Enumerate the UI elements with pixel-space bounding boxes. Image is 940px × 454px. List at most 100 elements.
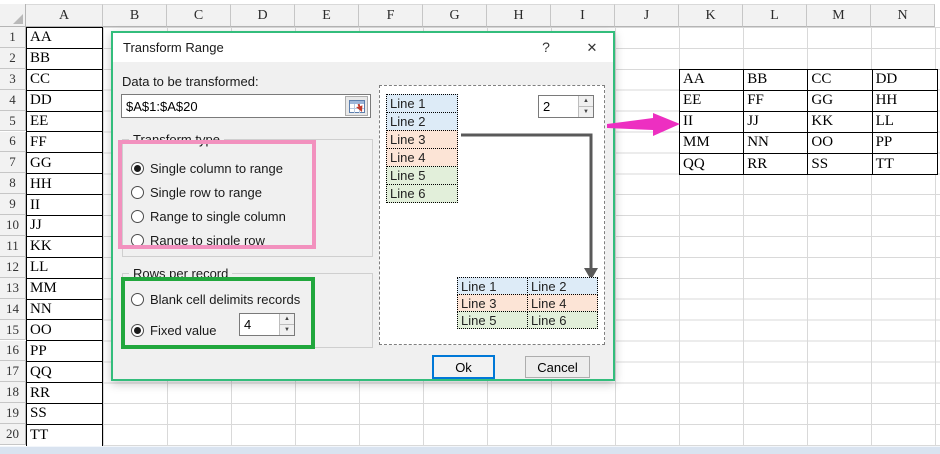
grid-cell[interactable]: MM [27,278,102,300]
row-header-4[interactable]: 4 [0,89,26,111]
spinner-down-icon[interactable]: ▼ [579,107,593,117]
row-header-6[interactable]: 6 [0,131,26,153]
grid-cell[interactable]: NN [744,132,809,154]
range-input[interactable]: $A$1:$A$20 [121,94,371,118]
grid-cell[interactable]: SS [808,153,873,175]
fixed-value-spin-buttons: ▲ ▼ [279,314,294,335]
grid-cell[interactable]: JJ [27,216,102,237]
grid-cell[interactable]: NN [27,299,102,321]
transform-type-option[interactable]: Single column to range [131,156,372,180]
transform-type-label: Range to single column [150,208,286,224]
grid-cell[interactable]: DD [27,90,102,112]
grid-cell[interactable]: EE [27,111,102,133]
grid-cell[interactable]: PP [872,133,937,154]
spinner-down-icon[interactable]: ▼ [280,325,294,335]
column-header-G[interactable]: G [423,4,487,27]
grid-cell[interactable]: RR [27,383,102,405]
grid-cell[interactable]: AA [680,70,745,91]
row-header-5[interactable]: 5 [0,110,26,132]
grid-cell[interactable]: GG [808,90,873,112]
grid-cell[interactable]: QQ [680,153,745,175]
column-header-E[interactable]: E [295,4,359,27]
row-header-9[interactable]: 9 [0,194,26,216]
grid-cell[interactable]: OO [27,320,102,342]
column-header-H[interactable]: H [487,4,551,27]
columns-per-record-spinner[interactable]: 2 ▲ ▼ [538,95,594,118]
grid-cell[interactable]: FF [27,132,102,154]
grid-cell[interactable]: BB [27,48,102,70]
row-header-10[interactable]: 10 [0,215,26,236]
close-icon[interactable]: ✕ [577,33,607,62]
row-header-14[interactable]: 14 [0,298,26,320]
row-header-1[interactable]: 1 [0,27,26,48]
row-header-12[interactable]: 12 [0,256,26,278]
row-header-15[interactable]: 15 [0,319,26,341]
grid-cell[interactable]: II [680,111,745,133]
grid-cell[interactable]: BB [744,70,809,91]
column-header-M[interactable]: M [807,4,871,27]
grid-cell[interactable]: SS [27,404,102,425]
grid-cell[interactable]: LL [872,112,937,133]
grid-cell[interactable]: AA [27,28,102,49]
columns-per-record-input[interactable]: 2 [539,96,578,117]
help-button[interactable]: ? [531,33,561,62]
preview-line-cell: Line 1 [386,94,458,113]
row-header-18[interactable]: 18 [0,382,26,404]
grid-cell[interactable]: LL [27,257,102,279]
grid-cell[interactable]: CC [27,69,102,91]
column-header-L[interactable]: L [743,4,807,27]
grid-cell[interactable]: TT [873,154,937,175]
column-header-A[interactable]: A [26,4,103,27]
select-all-corner[interactable] [0,4,26,27]
transform-type-options: Single column to range Single row to rang… [123,147,372,252]
column-header-J[interactable]: J [615,4,679,27]
transform-type-option[interactable]: Range to single row [131,228,372,252]
row-header-2[interactable]: 2 [0,47,26,69]
grid-cell[interactable]: DD [872,70,937,91]
grid-cell[interactable]: HH [27,174,102,196]
column-header-I[interactable]: I [551,4,615,27]
cancel-button[interactable]: Cancel [525,356,590,378]
row-header-7[interactable]: 7 [0,152,26,174]
grid-cell[interactable]: KK [808,111,873,133]
row-header-8[interactable]: 8 [0,173,26,195]
column-header-D[interactable]: D [231,4,295,27]
column-header-C[interactable]: C [167,4,231,27]
grid-cell[interactable]: II [27,195,102,217]
spinner-up-icon[interactable]: ▲ [579,96,593,107]
row-header-13[interactable]: 13 [0,277,26,299]
column-header-N[interactable]: N [871,4,935,27]
table-row: EE FF GG HH [680,90,937,112]
transform-type-option[interactable]: Single row to range [131,180,372,204]
fixed-value-input[interactable]: 4 [240,314,279,335]
spinner-up-icon[interactable]: ▲ [280,314,294,325]
row-header-19[interactable]: 19 [0,403,26,425]
grid-cell[interactable]: PP [27,341,102,363]
rows-per-record-option[interactable]: Blank cell delimits records [131,287,372,311]
grid-cell[interactable]: GG [27,153,102,175]
grid-cell[interactable]: QQ [27,362,102,384]
grid-cell[interactable]: FF [744,90,809,112]
dialog-titlebar[interactable]: Transform Range ? ✕ [113,33,613,62]
column-header-F[interactable]: F [359,4,423,27]
grid-cell[interactable]: HH [872,91,937,112]
grid-cell[interactable]: JJ [744,111,809,133]
grid-cell[interactable]: TT [27,424,102,446]
ok-button[interactable]: Ok [432,355,495,379]
row-header-3[interactable]: 3 [0,68,26,90]
grid-cell[interactable]: MM [680,132,745,154]
transform-type-option[interactable]: Range to single column [131,204,372,228]
row-header-16[interactable]: 16 [0,340,26,362]
range-selector-button[interactable] [345,96,368,116]
column-header-B[interactable]: B [103,4,167,27]
row-header-20[interactable]: 20 [0,424,26,445]
grid-cell[interactable]: OO [808,132,873,154]
column-header-K[interactable]: K [679,4,743,27]
grid-cell[interactable]: RR [744,153,809,175]
grid-cell[interactable]: CC [808,70,873,91]
row-header-17[interactable]: 17 [0,361,26,383]
fixed-value-spinner[interactable]: 4 ▲ ▼ [239,313,295,336]
grid-cell[interactable]: EE [680,90,745,112]
grid-cell[interactable]: KK [27,236,102,258]
row-header-11[interactable]: 11 [0,236,26,257]
